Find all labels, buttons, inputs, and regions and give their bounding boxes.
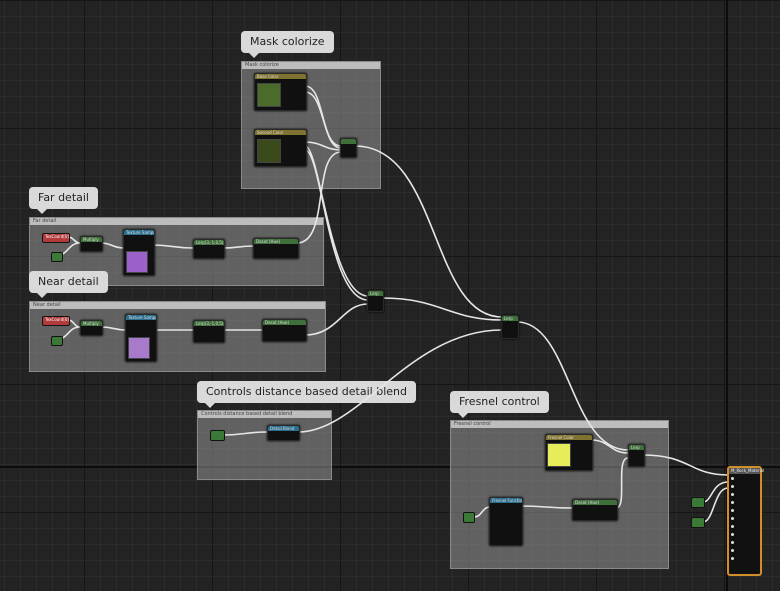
fresnel-color-swatch bbox=[547, 443, 571, 467]
wire bbox=[520, 505, 573, 509]
roughness-constant-node[interactable] bbox=[691, 497, 705, 508]
near-texcoord-node[interactable]: TexCoord[0] bbox=[42, 316, 70, 326]
node-title: Lerp bbox=[368, 291, 383, 296]
detail-lerp-node[interactable]: Lerp bbox=[367, 290, 384, 312]
near-linear-interpolate-node[interactable]: Lerp(3,-1,0,5) bbox=[193, 320, 225, 343]
node-title: Desat (Hue) bbox=[263, 320, 306, 325]
wire bbox=[304, 85, 342, 147]
fresnel-lerp-node[interactable]: Lerp bbox=[628, 444, 645, 467]
base-color-swatch bbox=[257, 83, 281, 107]
result-input-pin[interactable] bbox=[729, 530, 760, 538]
wire bbox=[702, 481, 729, 503]
wire bbox=[100, 242, 125, 249]
node-title: Texture Sample bbox=[126, 315, 156, 320]
wire bbox=[297, 329, 503, 433]
result-input-pin[interactable] bbox=[729, 474, 760, 482]
node-title: Lerp(3,-1,0,5) bbox=[194, 321, 224, 326]
wire bbox=[222, 245, 255, 249]
far-texcoord-node[interactable]: TexCoord[0] bbox=[42, 233, 70, 243]
result-input-pin[interactable] bbox=[729, 554, 760, 562]
wire bbox=[304, 303, 369, 336]
node-title bbox=[341, 139, 356, 144]
wire bbox=[381, 297, 503, 321]
main-lerp-node[interactable]: Lerp bbox=[501, 315, 519, 339]
wire bbox=[702, 487, 729, 523]
wire bbox=[642, 454, 729, 476]
node-title: Multiply bbox=[81, 237, 102, 242]
second-color-node[interactable]: Second Color bbox=[254, 129, 307, 167]
far-texture-preview bbox=[126, 251, 148, 273]
detail-blend-node[interactable]: Detail Blend bbox=[267, 425, 300, 441]
far-texture-sample-node[interactable]: Texture Sample bbox=[123, 229, 155, 276]
node-title: Lerp(3,-1,0,5) bbox=[194, 240, 224, 245]
node-title: Fresnel Function bbox=[490, 498, 522, 503]
fresnel-color-node[interactable]: Fresnel Color bbox=[545, 434, 593, 471]
far-linear-interpolate-node[interactable]: Lerp(3,-1,0,5) bbox=[193, 239, 225, 259]
near-multiply-node[interactable]: Multiply bbox=[80, 320, 103, 336]
wire bbox=[151, 244, 195, 249]
material-graph-canvas[interactable]: Mask colorize Mask colorize Far detail F… bbox=[0, 0, 780, 591]
mask-lerp-node[interactable] bbox=[340, 138, 357, 158]
fresnel-desaturation-node[interactable]: Desat (Hue) bbox=[572, 499, 618, 521]
near-texture-preview bbox=[128, 337, 150, 359]
wire-connections bbox=[54, 85, 729, 523]
near-desaturation-node[interactable]: Desat (Hue) bbox=[262, 319, 307, 342]
result-input-pin[interactable] bbox=[729, 506, 760, 514]
result-input-pin[interactable] bbox=[729, 546, 760, 554]
wire bbox=[590, 439, 629, 454]
base-color-node[interactable]: Base Color bbox=[254, 73, 307, 111]
node-title: Texture Sample bbox=[124, 230, 154, 235]
node-title: Desat (Hue) bbox=[254, 239, 298, 244]
fresnel-constant-node[interactable] bbox=[463, 512, 475, 523]
wire bbox=[222, 431, 268, 436]
wire bbox=[473, 506, 491, 518]
node-title: Base Color bbox=[255, 74, 306, 79]
result-input-pin[interactable] bbox=[729, 490, 760, 498]
node-title: Second Color bbox=[255, 130, 306, 135]
wire bbox=[516, 321, 629, 451]
node-title: Detail Blend bbox=[268, 426, 299, 431]
node-title: Lerp bbox=[502, 316, 518, 321]
material-result-node[interactable]: M_Rock_Material bbox=[727, 466, 764, 576]
specular-constant-node[interactable] bbox=[691, 517, 705, 528]
wire bbox=[304, 91, 342, 149]
node-title: Fresnel Color bbox=[546, 435, 592, 440]
far-multiply-node[interactable]: Multiply bbox=[80, 236, 103, 252]
result-input-pin[interactable] bbox=[729, 522, 760, 530]
result-input-pin[interactable] bbox=[729, 514, 760, 522]
near-constant-node[interactable] bbox=[51, 336, 63, 346]
far-desaturation-node[interactable]: Desat (Hue) bbox=[253, 238, 299, 259]
second-color-swatch bbox=[257, 139, 281, 163]
result-input-pin[interactable] bbox=[729, 482, 760, 490]
near-texture-sample-node[interactable]: Texture Sample bbox=[125, 314, 157, 362]
fresnel-function-node[interactable]: Fresnel Function bbox=[489, 497, 523, 546]
far-constant-node[interactable] bbox=[51, 252, 63, 262]
wire bbox=[100, 326, 127, 331]
result-input-pin[interactable] bbox=[729, 498, 760, 506]
blend-constant-node[interactable] bbox=[210, 430, 225, 441]
node-title: Desat (Hue) bbox=[573, 500, 617, 505]
node-title: Lerp bbox=[629, 445, 644, 450]
node-title: Multiply bbox=[81, 321, 102, 326]
result-input-pin[interactable] bbox=[729, 538, 760, 546]
